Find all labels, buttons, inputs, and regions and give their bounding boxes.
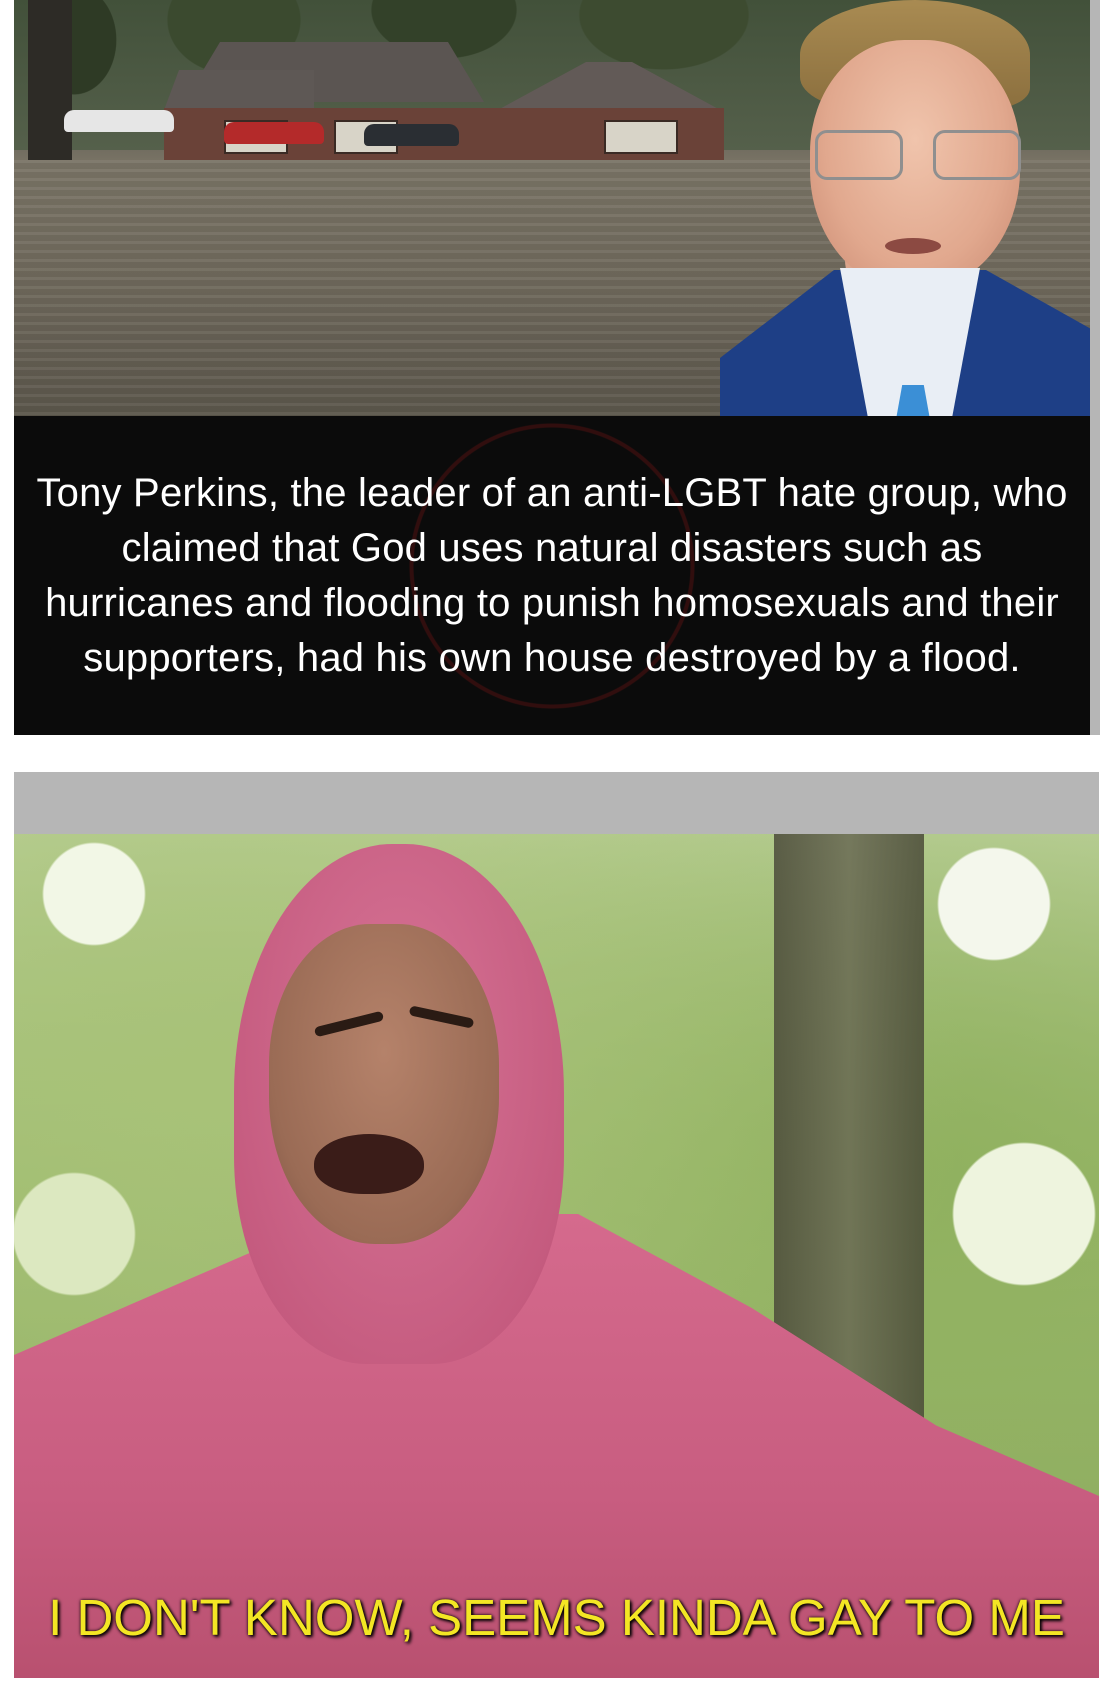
top-panel: Tony Perkins, the leader of an anti-LGBT… [14,0,1100,735]
glasses-icon [815,130,1025,180]
man-portrait [700,0,1090,416]
open-mouth [314,1134,424,1194]
flood-photo [14,0,1090,416]
grey-bar [14,772,1099,834]
white-truck [64,110,174,132]
bottom-panel: I DON'T KNOW, SEEMS KINDA GAY TO ME [14,772,1099,1678]
bottom-caption-text: I DON'T KNOW, SEEMS KINDA GAY TO ME [48,1589,1065,1646]
meme-page: Tony Perkins, the leader of an anti-LGBT… [0,0,1119,1684]
red-car [224,122,324,144]
grimacing-face [269,924,499,1244]
forest-scene: I DON'T KNOW, SEEMS KINDA GAY TO ME [14,834,1099,1678]
top-caption-text: Tony Perkins, the leader of an anti-LGBT… [36,470,1068,680]
dark-car [364,124,459,146]
top-caption-box: Tony Perkins, the leader of an anti-LGBT… [14,416,1090,735]
